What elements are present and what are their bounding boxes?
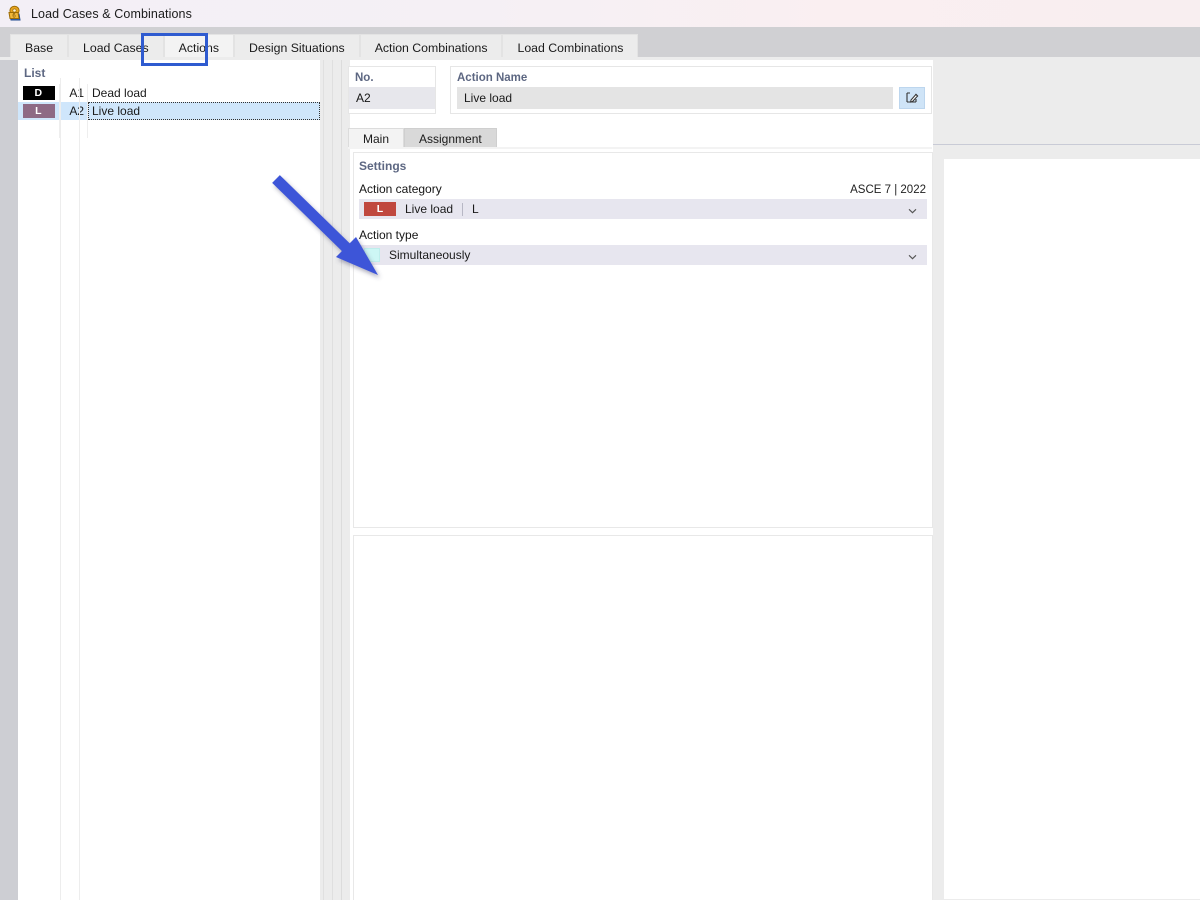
table-row[interactable]: L A2 Live load xyxy=(18,102,320,120)
action-name-label: Action Name xyxy=(457,72,528,84)
actions-list-rows: D A1 Dead load L A2 Live load xyxy=(18,84,320,138)
detail-tab-strip: Main Assignment xyxy=(348,127,932,149)
action-category-label-row: Action category ASCE 7 | 2022 xyxy=(354,173,932,199)
action-category-abbreviation: L xyxy=(472,202,479,216)
annotation-arrow xyxy=(262,165,392,290)
window-title: Load Cases & Combinations xyxy=(31,6,192,21)
tab-base-label: Base xyxy=(25,40,54,55)
edit-pencil-icon[interactable] xyxy=(899,87,925,109)
design-standard-label: ASCE 7 | 2022 xyxy=(850,184,926,196)
row-badge-cell: L xyxy=(18,102,60,120)
tab-main-label: Main xyxy=(363,132,390,146)
action-category-dropdown[interactable]: L Live load L xyxy=(359,199,927,219)
window-left-scroll-track[interactable] xyxy=(0,60,18,900)
action-name-input[interactable]: Live load xyxy=(457,87,893,109)
action-type-dropdown[interactable]: Simultaneously xyxy=(359,245,927,265)
table-row[interactable]: D A1 Dead load xyxy=(18,84,320,102)
row-no-cell: A1 xyxy=(60,84,88,102)
tab-design-situations-label: Design Situations xyxy=(249,40,345,55)
action-name-row: Live load xyxy=(451,87,931,109)
no-input[interactable]: A2 xyxy=(349,87,435,109)
tab-load-combinations-label: Load Combinations xyxy=(517,40,624,55)
action-name-field-group: Action Name Live load xyxy=(450,66,932,114)
row-name-cell: Live load xyxy=(88,102,320,120)
settings-title: Settings xyxy=(359,159,407,173)
right-panel-divider xyxy=(933,144,1200,145)
action-type-value: Simultaneously xyxy=(389,248,471,262)
empty-row[interactable] xyxy=(18,120,320,138)
action-badge: L xyxy=(22,104,55,118)
no-field-group: No. A2 xyxy=(348,66,436,114)
action-category-value: Live load xyxy=(405,202,454,216)
chevron-down-icon[interactable] xyxy=(908,205,917,214)
chevron-down-icon[interactable] xyxy=(908,251,917,260)
title-bar: 6 Load Cases & Combinations xyxy=(0,0,1200,27)
action-badge: D xyxy=(22,86,55,100)
row-badge-cell: D xyxy=(18,84,60,102)
tab-load-cases-label: Load Cases xyxy=(83,40,149,55)
list-column-divider-2 xyxy=(79,78,80,900)
annotation-highlight-rect xyxy=(141,33,208,66)
tab-assignment-label: Assignment xyxy=(419,132,482,146)
load-cases-combinations-window: 6 Load Cases & Combinations Base Load Ca… xyxy=(0,0,1200,900)
detail-lower-panel xyxy=(353,535,933,900)
row-no-cell: A2 xyxy=(60,102,88,120)
list-column-divider-1 xyxy=(60,78,61,900)
action-type-label-row: Action type xyxy=(354,219,932,245)
tab-assignment[interactable]: Assignment xyxy=(404,128,497,149)
no-field-label: No. xyxy=(355,72,374,84)
row-name-cell: Dead load xyxy=(92,86,147,100)
load-cases-icon: 6 xyxy=(7,5,24,22)
detail-tab-fill xyxy=(348,147,932,149)
right-side-panel xyxy=(943,158,1200,900)
settings-panel: Settings Action category ASCE 7 | 2022 L… xyxy=(353,152,933,528)
divider xyxy=(462,202,464,216)
tab-main[interactable]: Main xyxy=(348,128,405,149)
tab-action-combinations-label: Action Combinations xyxy=(374,40,488,55)
